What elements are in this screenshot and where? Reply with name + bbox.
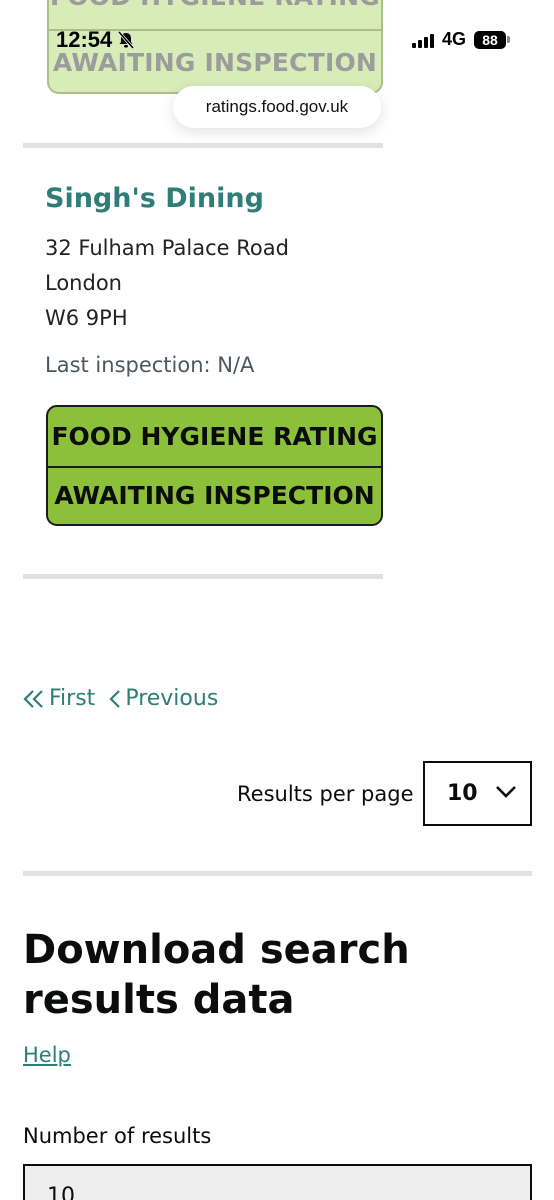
battery-level: 88	[474, 30, 506, 49]
network-type: 4G	[441, 29, 466, 49]
address-line1: 32 Fulham Palace Road	[45, 236, 289, 260]
postcode: W6 9PH	[45, 306, 128, 330]
chevron-down-icon	[496, 786, 516, 798]
last-inspection: Last inspection: N/A	[45, 353, 255, 377]
number-of-results-label: Number of results	[23, 1124, 212, 1148]
divider	[23, 143, 383, 148]
status-time: 12:54	[56, 27, 136, 53]
rating-line2: AWAITING INSPECTION	[48, 465, 381, 525]
help-link[interactable]: Help	[23, 1043, 71, 1067]
url-text: ratings.food.gov.uk	[205, 97, 349, 116]
rating-line1: FOOD HYGIENE RATING	[51, 421, 378, 451]
cellular-signal-icon	[411, 32, 434, 48]
first-label: First	[49, 686, 96, 711]
results-per-page-value: 10	[447, 781, 478, 806]
number-of-results-input[interactable]: 10	[23, 1164, 532, 1200]
number-of-results-value: 10	[47, 1184, 75, 1200]
divider	[23, 574, 383, 579]
results-per-page-label: Results per page	[237, 782, 414, 806]
previous-page-link[interactable]: Previous	[109, 686, 218, 711]
address-line2: London	[45, 271, 122, 295]
previous-label: Previous	[125, 686, 219, 711]
status-indicators: 4G 88	[411, 29, 510, 50]
divider	[23, 871, 532, 876]
clock: 12:54	[56, 27, 113, 52]
results-per-page-select[interactable]: 10	[423, 761, 532, 826]
establishment-name-link[interactable]: Singh's Dining	[45, 183, 264, 214]
chevron-left-icon	[109, 689, 121, 708]
bell-slash-icon	[118, 31, 135, 49]
double-chevron-left-icon	[23, 689, 43, 708]
battery-icon: 88	[474, 30, 510, 49]
download-section-title: Download search results data	[23, 927, 410, 1023]
address-bar[interactable]: ratings.food.gov.uk	[173, 86, 381, 128]
previous-rating-line1: FOOD HYGIENE RATING	[49, 0, 381, 29]
pagination: First Previous	[23, 686, 218, 711]
food-hygiene-rating-badge: FOOD HYGIENE RATING AWAITING INSPECTION	[46, 405, 383, 526]
first-page-link[interactable]: First	[23, 686, 95, 711]
